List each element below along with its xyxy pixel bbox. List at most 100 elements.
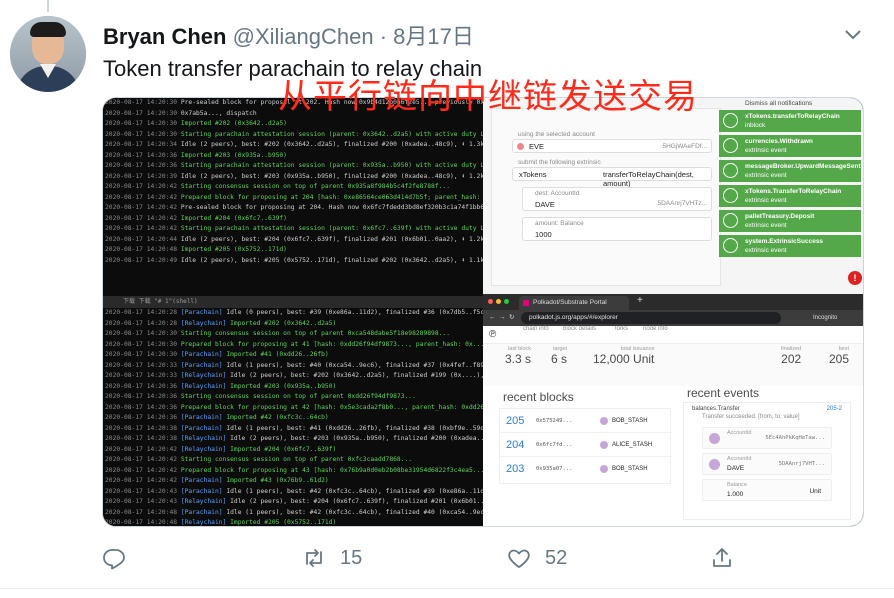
stat-value: 3.3 s bbox=[505, 352, 532, 366]
log-tag: [Relaychain] bbox=[180, 319, 231, 327]
amount-field[interactable]: amount: Balance 1000 bbox=[522, 217, 712, 241]
notification-subtitle: extrinsic event bbox=[745, 222, 787, 229]
block-hash: 0x575249... bbox=[536, 418, 573, 424]
url-text: polkadot.js.org/apps/#/explorer bbox=[529, 314, 618, 321]
thread-line bbox=[47, 0, 49, 12]
log-message: Prepared block for proposing at 41 [hash… bbox=[180, 340, 483, 348]
retweet-count: 15 bbox=[340, 546, 363, 569]
reply-button[interactable] bbox=[102, 541, 140, 575]
browser-window: Polkadot/Substrate Portal + ← → ↻ polkad… bbox=[483, 294, 863, 526]
param-unit: Unit bbox=[809, 488, 821, 495]
notification-title: xTokens.transferToRelayChain bbox=[745, 113, 840, 120]
block-number[interactable]: 203 bbox=[506, 457, 524, 481]
log-line: 2020-08-17 14:20:33 [Parachain] Idle (1 … bbox=[105, 361, 483, 372]
new-tab-icon[interactable]: + bbox=[637, 295, 643, 306]
polkadot-logo-icon[interactable]: ℗ bbox=[489, 329, 496, 341]
log-timestamp: 2020-08-17 14:20:28 bbox=[105, 319, 181, 327]
event-notification[interactable]: currencies.Withdrawn extrinsic event bbox=[719, 135, 861, 157]
avatar[interactable] bbox=[10, 16, 86, 92]
tweet-media[interactable]: 2020-08-17 14:20:30 Pre-sealed block for… bbox=[102, 97, 864, 527]
log-timestamp: 2020-08-17 14:20:42 bbox=[105, 225, 181, 232]
account-address: 5HGjWAeFDf... bbox=[662, 143, 707, 150]
author-name[interactable]: Bryan Chen bbox=[103, 24, 226, 49]
tweet-date[interactable]: 8月17日 bbox=[393, 24, 474, 49]
alert-icon[interactable]: ! bbox=[848, 271, 862, 285]
like-button[interactable]: 52 bbox=[507, 541, 567, 575]
extrinsic-select[interactable]: xTokens transferToRelayChain(dest, amoun… bbox=[512, 167, 712, 188]
log-line: 2020-08-17 14:20:36 [Parachain] Imported… bbox=[105, 413, 483, 424]
nav-forks[interactable]: forks bbox=[615, 323, 628, 335]
stat-finalized: finalized 202 bbox=[781, 346, 801, 366]
log-message: Idle (2 peers), best: #204 (0x6fc7..639f… bbox=[230, 498, 483, 505]
reload-icon[interactable]: ↻ bbox=[509, 310, 514, 326]
tweet[interactable]: Bryan Chen @XiliangChen · 8月17日 Token tr… bbox=[0, 0, 894, 598]
account-select[interactable]: EVE 5HGjWAeFDf... bbox=[512, 139, 712, 153]
forward-icon[interactable]: → bbox=[499, 310, 506, 326]
log-message: Idle (1 peers), best: #42 (0xfc3c..64cb)… bbox=[226, 508, 483, 516]
maximize-window-icon[interactable] bbox=[504, 299, 509, 304]
block-number[interactable]: 204 bbox=[506, 433, 524, 457]
favicon-icon bbox=[523, 300, 529, 306]
log-tag: [Parachain] bbox=[180, 414, 227, 421]
log-message: Idle (1 peers), best: #41 (0xdd26..26fb)… bbox=[226, 424, 483, 432]
tab-polkadot-portal[interactable]: Polkadot/Substrate Portal bbox=[519, 296, 629, 310]
account-name: EVE bbox=[529, 142, 545, 151]
chevron-down-icon[interactable] bbox=[843, 24, 863, 44]
event-notification[interactable]: palletTreasury.Deposit extrinsic event bbox=[719, 210, 861, 232]
dest-field[interactable]: dest: AccountId DAVE 5DAAnrj7VHTz... bbox=[522, 187, 712, 211]
log-message: Idle (1 peers), best: #42 (0xfc3c..64cb)… bbox=[226, 487, 483, 495]
log-line: 2020-08-17 14:20:34 Idle (2 peers), best… bbox=[105, 140, 483, 151]
amount-label: amount: Balance bbox=[535, 220, 584, 227]
log-line: 2020-08-17 14:20:42 Imported #204 (0x6fc… bbox=[105, 214, 483, 225]
log-line: 2020-08-17 14:20:42 Starting consensus s… bbox=[105, 182, 483, 193]
block-row[interactable]: 204 0x6fc7fd... ALICE_STASH bbox=[500, 433, 672, 457]
event-notification[interactable]: xTokens.TransferToRelayChain extrinsic ev… bbox=[719, 185, 861, 207]
log-message: Prepared block for proposing at 42 [hash… bbox=[180, 403, 483, 411]
log-message: Idle (2 peers), best: #203 (0x935a..b950… bbox=[180, 172, 483, 180]
event-notification[interactable]: xTokens.transferToRelayChain inblock bbox=[719, 110, 861, 132]
nav-node-info[interactable]: node info bbox=[643, 323, 668, 335]
retweet-button[interactable]: 15 bbox=[302, 541, 362, 575]
param-value: 1.000 bbox=[727, 491, 744, 498]
caption-overlay: 从平行链向中继链发送交易 bbox=[278, 77, 698, 117]
log-line: 2020-08-17 14:20:38 [Parachain] Idle (1 … bbox=[105, 424, 483, 435]
log-message: Starting parachain attestation session (… bbox=[180, 162, 483, 169]
log-timestamp: 2020-08-17 14:20:38 bbox=[105, 435, 181, 442]
minimize-window-icon[interactable] bbox=[496, 299, 501, 304]
dismiss-notifications[interactable]: Dismiss all notifications bbox=[745, 100, 812, 107]
broadcast-icon bbox=[723, 238, 738, 253]
recent-events-title: recent events bbox=[687, 386, 760, 400]
log-message: Pre-sealed block for proposing at 204. H… bbox=[180, 204, 483, 211]
identicon-icon bbox=[709, 433, 720, 444]
log-message: Starting consensus session on top of par… bbox=[180, 330, 450, 337]
log-message: Starting consensus session on top of par… bbox=[180, 183, 450, 190]
stat-best: best 205 bbox=[829, 346, 849, 366]
block-number[interactable]: 205 bbox=[506, 409, 524, 433]
identicon-icon bbox=[517, 143, 524, 150]
relay-terminal: 2020-08-17 14:20:30 Pre-sealed block for… bbox=[103, 98, 483, 296]
tweet-header: Bryan Chen @XiliangChen · 8月17日 bbox=[103, 24, 474, 50]
nav-chain-info[interactable]: chain info bbox=[523, 323, 549, 335]
param-address: 5DAAnrj7VHT... bbox=[778, 461, 825, 467]
terminal-divider: 下载 下载 "# 1"(shell) bbox=[103, 296, 483, 308]
event-notification[interactable]: system.ExtrinsicSuccess extrinsic event bbox=[719, 235, 861, 257]
close-window-icon[interactable] bbox=[488, 299, 493, 304]
block-row[interactable]: 205 0x575249... BOB_STASH bbox=[500, 409, 672, 433]
log-timestamp: 2020-08-17 14:20:36 bbox=[105, 393, 181, 400]
stat-total-issuance: total issuance 12,000 Unit bbox=[593, 346, 654, 366]
block-row[interactable]: 203 0x935a07... BOB_STASH bbox=[500, 457, 672, 481]
tweet-actions: 15 52 bbox=[102, 541, 742, 575]
nav-block-details[interactable]: block details bbox=[563, 323, 596, 335]
share-button[interactable] bbox=[710, 541, 748, 575]
log-timestamp: 2020-08-17 14:20:36 bbox=[105, 151, 181, 159]
identicon-icon bbox=[600, 441, 608, 449]
identicon-icon bbox=[709, 459, 720, 470]
broadcast-icon bbox=[723, 188, 738, 203]
event-id[interactable]: 205-2 bbox=[827, 406, 842, 412]
back-icon[interactable]: ← bbox=[489, 310, 496, 326]
author-handle[interactable]: @XiliangChen bbox=[233, 24, 374, 49]
event-notification[interactable]: messageBroker.UpwardMessageSent extrinsic… bbox=[719, 160, 861, 182]
stat-value: 6 s bbox=[551, 352, 568, 366]
event-card[interactable]: balances.Transfer 205-2 Transfer succeed… bbox=[683, 402, 851, 520]
log-message: Idle (2 peers), best: #204 (0x6fc7..639f… bbox=[180, 235, 483, 243]
